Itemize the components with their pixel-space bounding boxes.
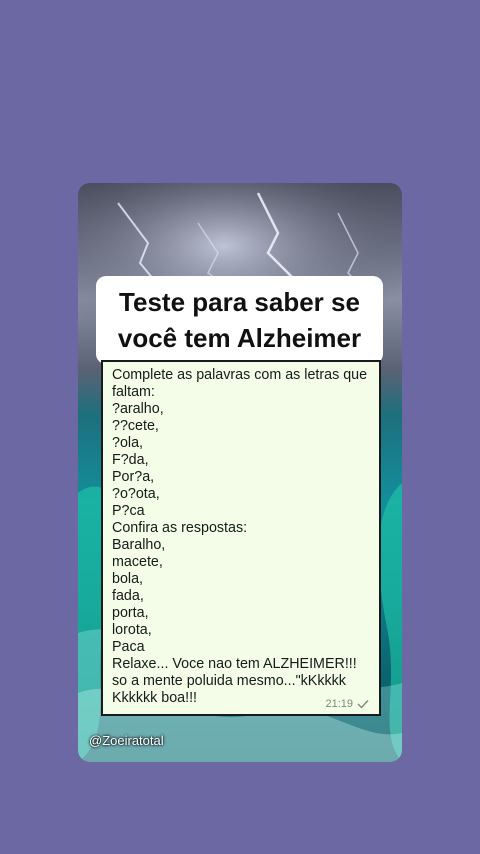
title-box: Teste para saber se você tem Alzheimer (96, 276, 383, 364)
message-time: 21:19 (325, 698, 353, 710)
single-check-icon (357, 700, 369, 709)
watermark-handle: @Zoeiratotal (89, 733, 164, 748)
message-bubble: Complete as palavras com as letras que f… (101, 360, 381, 716)
message-text: Complete as palavras com as letras que f… (112, 367, 368, 706)
message-meta: 21:19 (325, 698, 369, 710)
post-title: Teste para saber se você tem Alzheimer (117, 287, 362, 353)
